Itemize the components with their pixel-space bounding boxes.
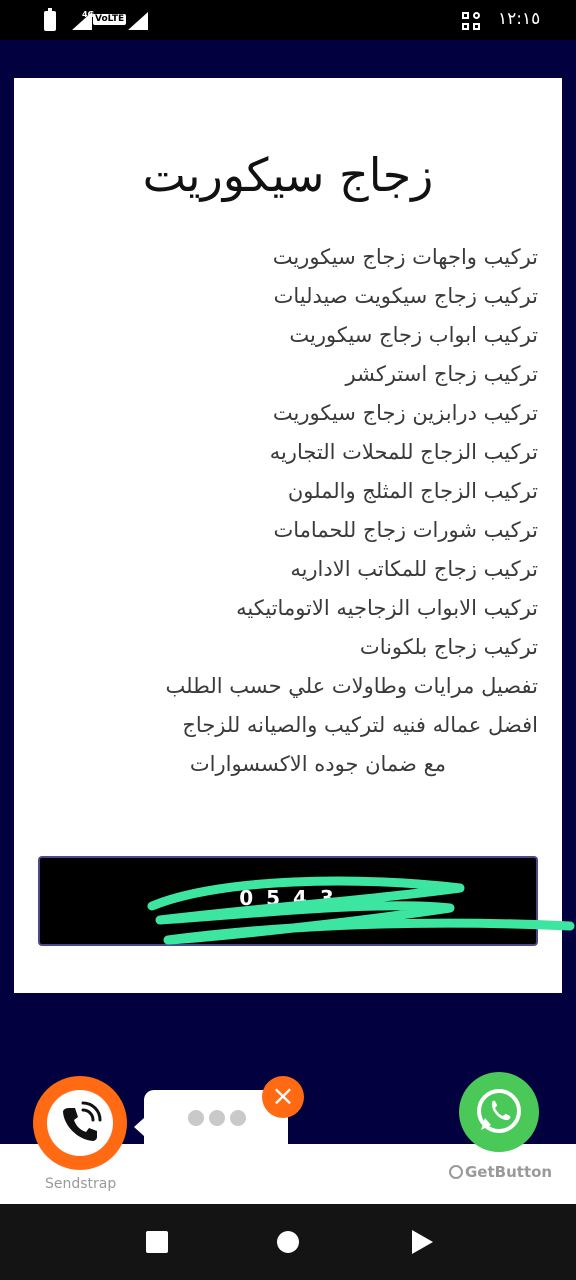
phone-number-text: 0 5 4 3 bbox=[239, 886, 337, 910]
phone-number-button[interactable]: 0 5 4 3 bbox=[38, 856, 538, 946]
call-button[interactable] bbox=[33, 1076, 127, 1170]
back-icon[interactable] bbox=[412, 1230, 433, 1254]
service-item: تركيب زجاج استركشر bbox=[345, 362, 539, 386]
service-item: تركيب زجاج سيكويت صيدليات bbox=[273, 284, 538, 308]
services-list: تركيب واجهات زجاج سيكوريت تركيب زجاج سيك… bbox=[68, 238, 538, 784]
service-item: افضل عماله فنيه لتركيب والصيانه للزجاج bbox=[182, 713, 538, 737]
status-time: ١٢:١٥ bbox=[498, 9, 541, 29]
getbutton-text: GetButton bbox=[465, 1163, 553, 1181]
service-item: تركيب الزجاج للمحلات التجاريه bbox=[269, 440, 538, 464]
status-bar: 4G VoLTE ١٢:١٥ bbox=[0, 0, 576, 40]
service-item: تركيب شورات زجاج للحمامات bbox=[273, 518, 538, 542]
service-item: تفصيل مرايات وطاولات علي حسب الطلب bbox=[165, 674, 538, 698]
service-item: تركيب درابزين زجاج سيكوريت bbox=[272, 401, 538, 425]
call-button-inner bbox=[47, 1090, 113, 1156]
volte-badge: VoLTE bbox=[93, 14, 127, 25]
getbutton-logo-icon bbox=[449, 1165, 463, 1179]
service-item: تركيب زجاج للمكاتب الاداريه bbox=[290, 557, 538, 581]
whatsapp-button[interactable] bbox=[459, 1072, 539, 1152]
service-item: تركيب زجاج بلكونات bbox=[359, 635, 538, 659]
home-icon[interactable] bbox=[277, 1231, 299, 1253]
whatsapp-icon bbox=[477, 1089, 521, 1133]
service-item: تركيب الزجاج المثلج والملون bbox=[287, 479, 538, 503]
close-icon[interactable]: × bbox=[262, 1076, 304, 1118]
service-item: مع ضمان جوده الاكسسوارات bbox=[189, 752, 446, 776]
getbutton-label[interactable]: GetButton bbox=[449, 1163, 552, 1181]
sendstrap-label[interactable]: Sendstrap bbox=[45, 1176, 116, 1192]
phone-call-icon bbox=[63, 1101, 102, 1141]
content-card: زجاج سيكوريت تركيب واجهات زجاج سيكوريت ت… bbox=[14, 78, 562, 993]
typing-dots-icon bbox=[188, 1110, 251, 1130]
service-item: تركيب ابواب زجاج سيكوريت bbox=[289, 323, 538, 347]
signal-secondary-icon bbox=[128, 12, 148, 30]
service-item: تركيب الابواب الزجاجيه الاتوماتيكيه bbox=[236, 596, 538, 620]
service-item: تركيب واجهات زجاج سيكوريت bbox=[272, 245, 538, 269]
navigation-bar bbox=[0, 1204, 576, 1280]
recent-apps-icon[interactable] bbox=[146, 1231, 168, 1253]
app-grid-icon bbox=[462, 12, 482, 32]
page-title: زجاج سيكوريت bbox=[142, 148, 434, 202]
battery-icon bbox=[44, 8, 56, 31]
